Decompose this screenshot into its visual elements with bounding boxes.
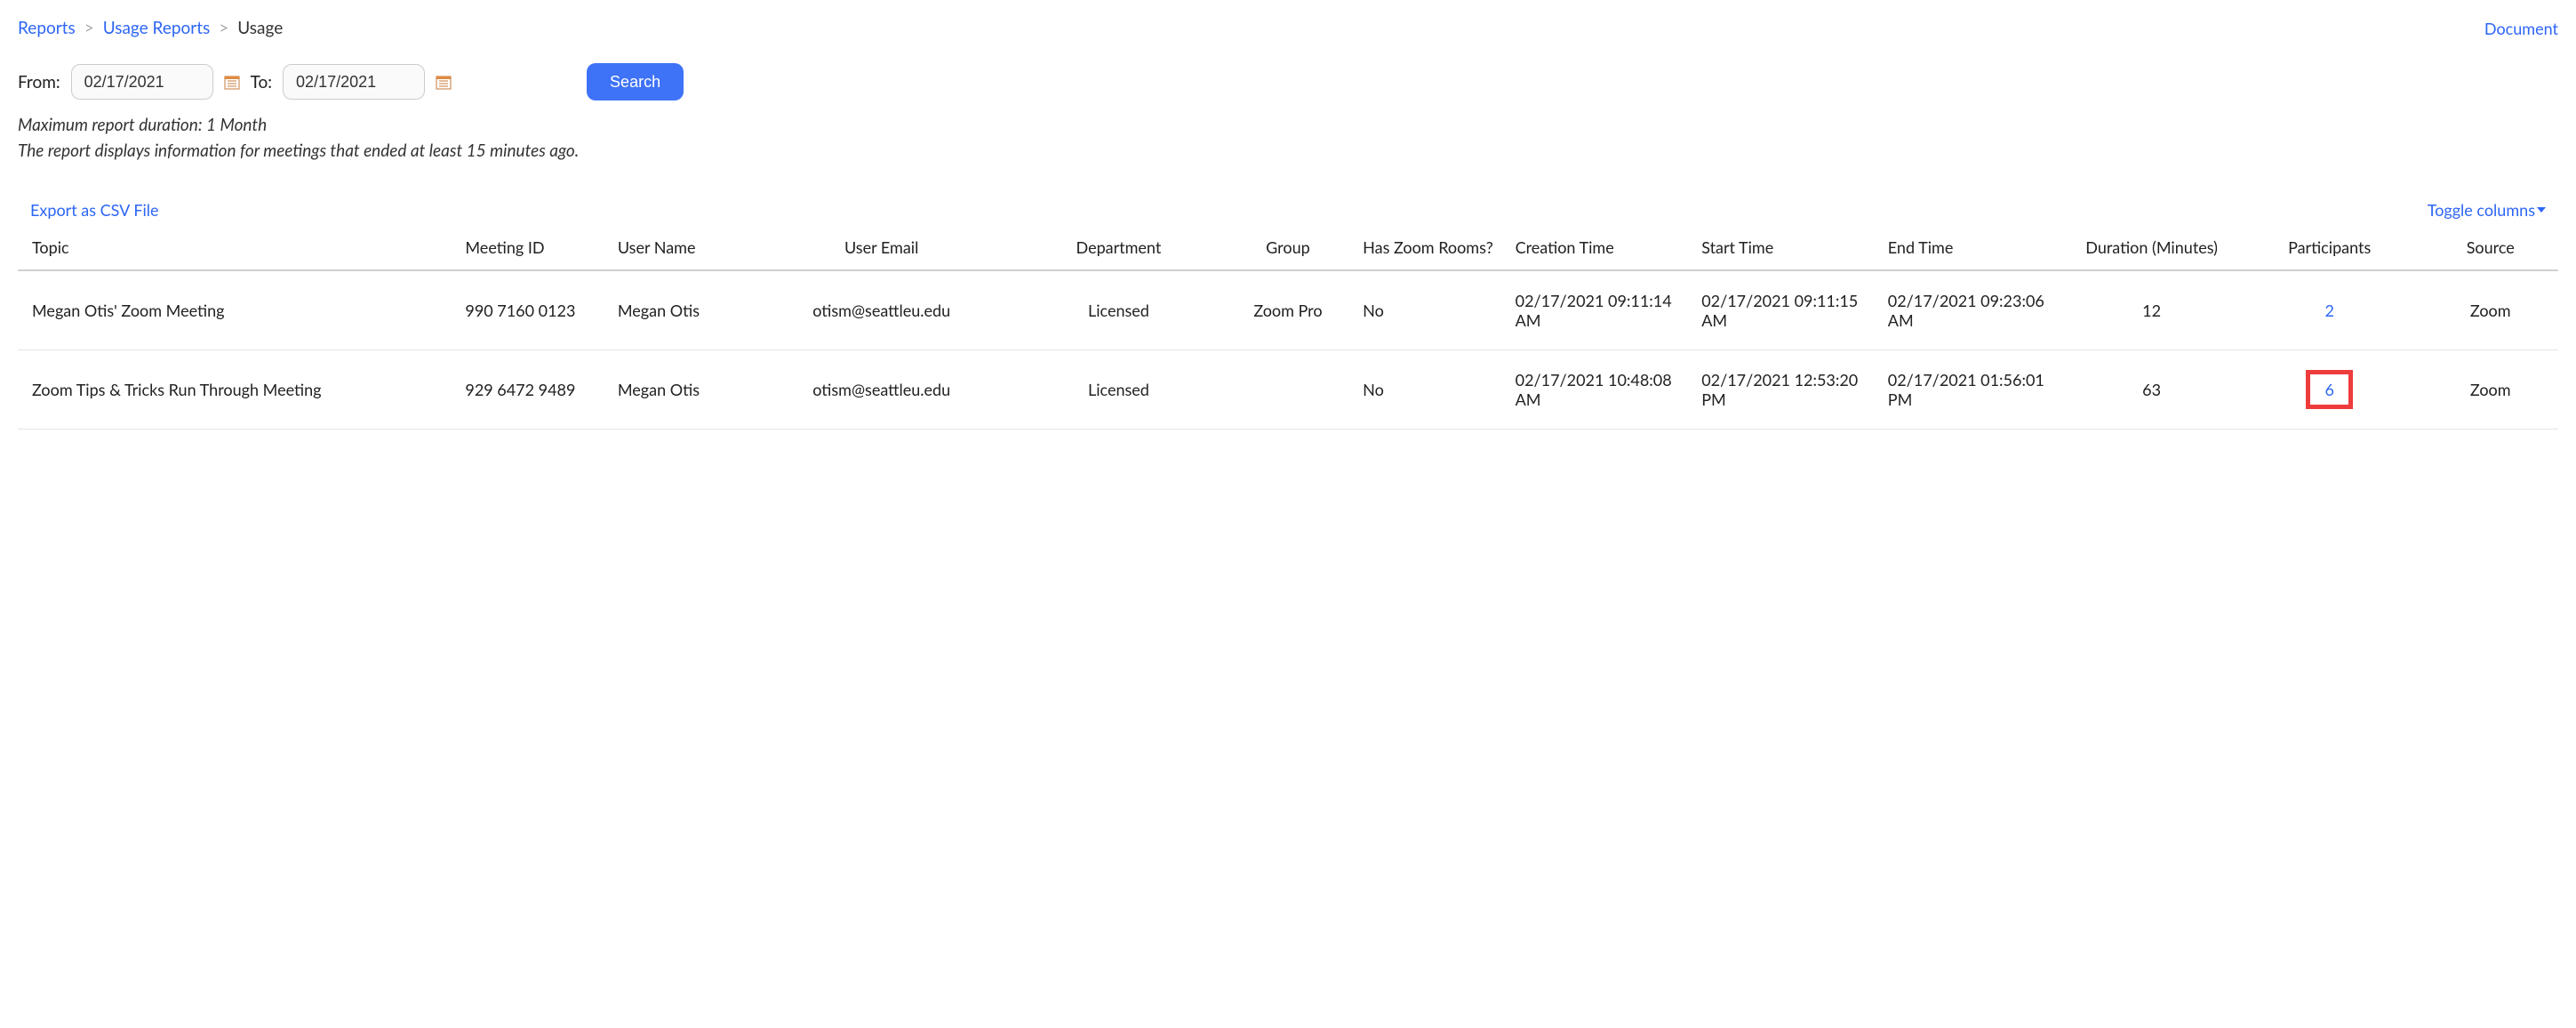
col-header-duration[interactable]: Duration (Minutes) [2067, 229, 2236, 270]
chevron-right-icon: > [84, 18, 94, 38]
calendar-icon[interactable] [436, 74, 452, 90]
cell-source: Zoom [2422, 270, 2558, 350]
col-header-department[interactable]: Department [1017, 229, 1220, 270]
chevron-right-icon: > [219, 18, 228, 38]
usage-report-table: Topic Meeting ID User Name User Email De… [18, 229, 2558, 430]
col-header-participants[interactable]: Participants [2236, 229, 2423, 270]
cell-user-name: Megan Otis [611, 350, 746, 430]
breadcrumb: Reports > Usage Reports > Usage [18, 18, 283, 38]
col-header-has-rooms[interactable]: Has Zoom Rooms? [1356, 229, 1508, 270]
cell-department: Licensed [1017, 350, 1220, 430]
from-date-input[interactable] [71, 64, 213, 100]
calendar-icon[interactable] [224, 74, 240, 90]
col-header-user-name[interactable]: User Name [611, 229, 746, 270]
col-header-start-time[interactable]: Start Time [1694, 229, 1881, 270]
highlight-annotation: 6 [2306, 370, 2352, 409]
cell-start-time: 02/17/2021 09:11:15 AM [1694, 270, 1881, 350]
cell-department: Licensed [1017, 270, 1220, 350]
to-label: To: [251, 72, 272, 92]
participants-link[interactable]: 6 [2324, 380, 2333, 399]
search-button[interactable]: Search [587, 63, 684, 100]
cell-group [1220, 350, 1356, 430]
col-header-creation-time[interactable]: Creation Time [1508, 229, 1695, 270]
breadcrumb-reports[interactable]: Reports [18, 18, 76, 38]
participants-link[interactable]: 2 [2324, 301, 2333, 320]
delay-note: The report displays information for meet… [18, 141, 2558, 161]
cell-creation-time: 02/17/2021 10:48:08 AM [1508, 350, 1695, 430]
cell-group: Zoom Pro [1220, 270, 1356, 350]
toggle-columns-button[interactable]: Toggle columns [2428, 200, 2546, 220]
cell-start-time: 02/17/2021 12:53:20 PM [1694, 350, 1881, 430]
col-header-group[interactable]: Group [1220, 229, 1356, 270]
export-csv-link[interactable]: Export as CSV File [30, 200, 159, 220]
cell-user-email: otism@seattleu.edu [746, 350, 1017, 430]
cell-has-rooms: No [1356, 350, 1508, 430]
from-label: From: [18, 72, 60, 92]
topic-text: Zoom Tips & Tricks Run Through Meeting [32, 380, 451, 399]
col-header-end-time[interactable]: End Time [1881, 229, 2068, 270]
cell-topic: Megan Otis' Zoom Meeting [18, 270, 458, 350]
cell-meeting-id: 929 6472 9489 [458, 350, 610, 430]
cell-has-rooms: No [1356, 270, 1508, 350]
caret-down-icon [2537, 207, 2546, 213]
col-header-topic[interactable]: Topic [18, 229, 458, 270]
cell-end-time: 02/17/2021 09:23:06 AM [1881, 270, 2068, 350]
cell-duration: 63 [2067, 350, 2236, 430]
cell-duration: 12 [2067, 270, 2236, 350]
table-row: Zoom Tips & Tricks Run Through Meeting 92… [18, 350, 2558, 430]
col-header-source[interactable]: Source [2422, 229, 2558, 270]
topic-text: Megan Otis' Zoom Meeting [32, 301, 451, 320]
date-filter-row: From: To: Search [18, 63, 2558, 100]
breadcrumb-current: Usage [237, 18, 283, 38]
to-date-input[interactable] [283, 64, 425, 100]
col-header-user-email[interactable]: User Email [746, 229, 1017, 270]
max-duration-note: Maximum report duration: 1 Month [18, 115, 2558, 135]
document-link[interactable]: Document [2484, 19, 2558, 38]
cell-source: Zoom [2422, 350, 2558, 430]
toggle-columns-label: Toggle columns [2428, 200, 2535, 220]
table-row: Megan Otis' Zoom Meeting 990 7160 0123Meg… [18, 270, 2558, 350]
cell-creation-time: 02/17/2021 09:11:14 AM [1508, 270, 1695, 350]
cell-user-email: otism@seattleu.edu [746, 270, 1017, 350]
table-header-row: Topic Meeting ID User Name User Email De… [18, 229, 2558, 270]
cell-meeting-id: 990 7160 0123 [458, 270, 610, 350]
col-header-meeting-id[interactable]: Meeting ID [458, 229, 610, 270]
cell-topic: Zoom Tips & Tricks Run Through Meeting [18, 350, 458, 430]
breadcrumb-usage-reports[interactable]: Usage Reports [103, 18, 211, 38]
cell-participants: 6 [2236, 350, 2423, 430]
cell-user-name: Megan Otis [611, 270, 746, 350]
cell-end-time: 02/17/2021 01:56:01 PM [1881, 350, 2068, 430]
cell-participants: 2 [2236, 270, 2423, 350]
